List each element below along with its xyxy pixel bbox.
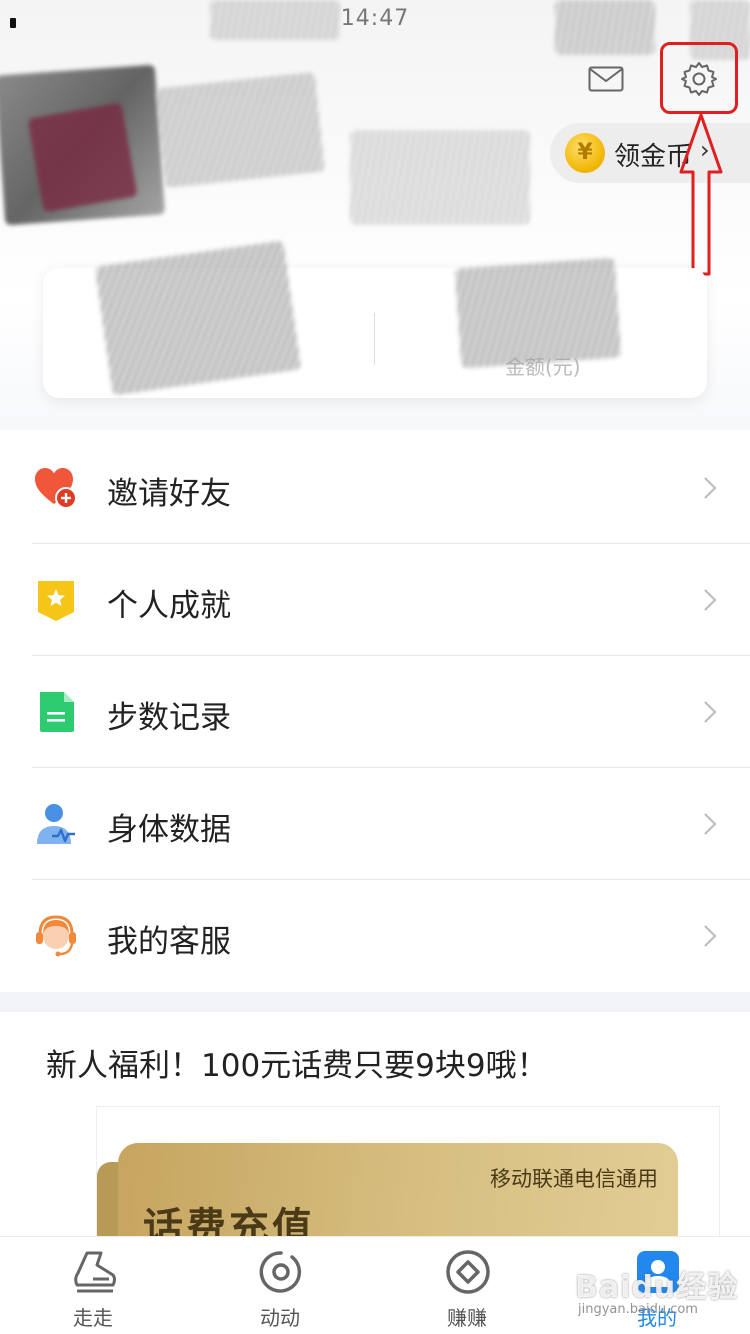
watermark-logo: Baidu经验	[575, 1270, 739, 1305]
chevron-right-icon	[704, 589, 717, 611]
annotation-arrow-icon	[679, 113, 723, 276]
stats-card: 金额(元)	[43, 240, 707, 398]
menu-item-invite-friends[interactable]: 邀请好友	[0, 432, 750, 544]
tab-label: 赚赚	[447, 1306, 487, 1330]
diamond-icon	[446, 1250, 490, 1294]
tab-walk[interactable]: 走走	[33, 1237, 153, 1334]
menu-item-step-records[interactable]: 步数记录	[0, 656, 750, 768]
menu-list: 邀请好友 个人成就 步数记录 身体数据 我的客服	[0, 432, 750, 992]
tab-activity[interactable]: 动动	[220, 1237, 340, 1334]
redacted-avatar-detail	[27, 102, 138, 213]
heart-plus-icon	[35, 468, 77, 509]
section-gap	[0, 992, 750, 1012]
stats-divider	[374, 313, 375, 365]
menu-item-body-data[interactable]: 身体数据	[0, 768, 750, 880]
menu-item-label: 个人成就	[107, 588, 231, 624]
redacted-stat-right	[454, 257, 622, 369]
status-time: 14:47	[340, 6, 410, 31]
promo-title: 新人福利！100元话费只要9块9哦！	[46, 1048, 548, 1084]
document-icon	[40, 692, 74, 732]
menu-item-label: 步数记录	[107, 700, 231, 736]
menu-item-customer-service[interactable]: 我的客服	[0, 880, 750, 992]
redacted-stat-left	[94, 240, 302, 396]
chevron-right-icon	[704, 925, 717, 947]
person-pulse-icon	[37, 804, 75, 844]
mail-icon[interactable]	[588, 66, 624, 92]
profile-header: 14:47 ¥ 领金币 › 金额(元)	[0, 0, 750, 430]
ring-icon	[259, 1251, 302, 1293]
tab-label: 走走	[73, 1306, 113, 1330]
chevron-right-icon	[704, 701, 717, 723]
shoe-icon	[74, 1251, 116, 1293]
menu-item-achievements[interactable]: 个人成就	[0, 544, 750, 656]
chevron-right-icon	[704, 477, 717, 499]
menu-item-label: 身体数据	[107, 812, 231, 848]
redacted-username	[155, 71, 325, 189]
settings-icon[interactable]	[680, 60, 718, 98]
tab-label: 动动	[260, 1306, 300, 1330]
promo-card-subtitle: 移动联通电信通用	[490, 1167, 658, 1191]
settings-highlight-box	[660, 42, 738, 114]
coin-icon: ¥	[565, 133, 605, 173]
menu-item-label: 邀请好友	[107, 476, 231, 512]
star-badge-icon	[38, 581, 74, 621]
tab-earn[interactable]: 赚赚	[407, 1237, 527, 1334]
redacted-user-info	[350, 130, 530, 225]
menu-item-label: 我的客服	[107, 924, 231, 960]
watermark-url: jingyan.baidu.com	[578, 1302, 698, 1317]
chevron-right-icon	[704, 813, 717, 835]
headset-icon	[36, 915, 76, 957]
